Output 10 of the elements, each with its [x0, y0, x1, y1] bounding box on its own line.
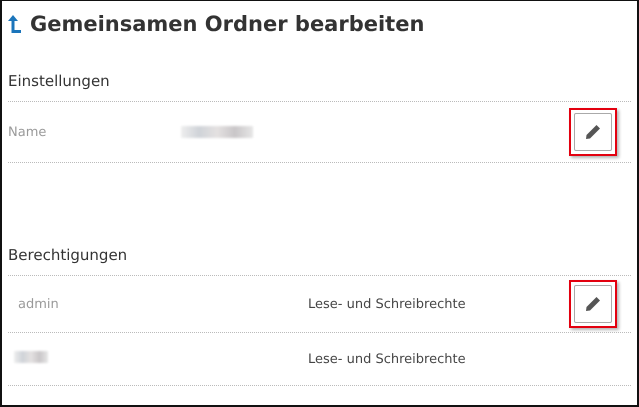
permission-text: Lese- und Schreibrechte	[308, 352, 466, 366]
permission-text: Lese- und Schreibrechte	[308, 296, 466, 312]
section-heading: Berechtigungen	[8, 245, 128, 266]
page-title: Gemeinsamen Ordner bearbeiten	[30, 12, 424, 36]
section-heading: Einstellungen	[8, 71, 111, 92]
pencil-icon	[584, 295, 602, 313]
back-arrow-icon[interactable]	[8, 14, 22, 34]
user-name: admin	[18, 296, 60, 312]
field-label: Name	[8, 124, 48, 140]
pencil-icon	[584, 123, 602, 141]
